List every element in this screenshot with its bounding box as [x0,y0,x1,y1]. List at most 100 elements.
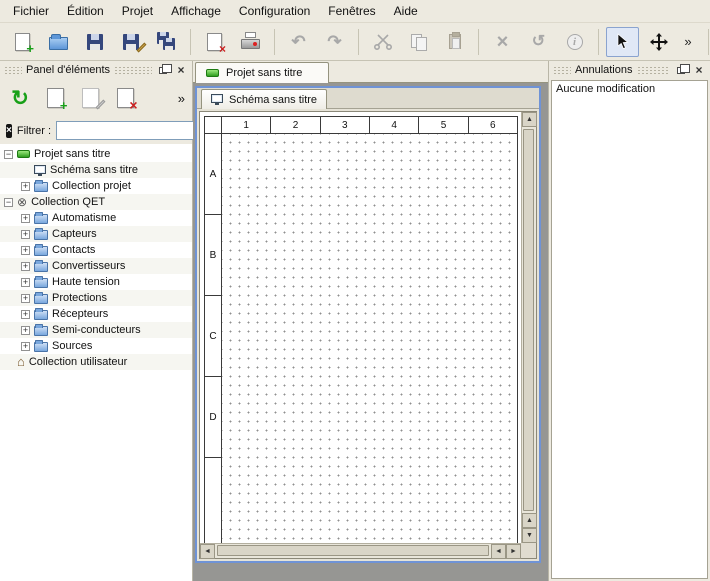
save-as-button[interactable] [114,27,147,57]
float-panel-button[interactable] [674,64,688,77]
pan-mode-button[interactable] [642,27,675,57]
tree-item-capteurs[interactable]: + Capteurs [0,226,192,242]
folder-icon [34,326,48,336]
dock-grip[interactable] [4,66,22,75]
menu-affichage[interactable]: Affichage [162,1,230,21]
menu-fichier[interactable]: Fichier [4,1,58,21]
print-button[interactable] [234,27,267,57]
expand-expander-icon[interactable]: + [21,182,30,191]
collapse-expander-icon[interactable]: − [4,198,13,207]
save-button[interactable] [78,27,111,57]
printer-icon [241,34,260,49]
scroll-up-button[interactable]: ▲ [522,513,537,528]
elements-tree: − Projet sans titre Schéma sans titre + … [0,144,192,581]
clear-filter-icon[interactable]: × [6,124,12,138]
dock-grip[interactable] [637,66,671,75]
tree-item-label: Sources [52,340,92,352]
panel-overflow-button[interactable]: » [178,91,187,106]
folder-icon [34,214,48,224]
expand-expander-icon[interactable]: + [21,246,30,255]
tree-item-sources[interactable]: + Sources [0,338,192,354]
tree-item-haute-tension[interactable]: + Haute tension [0,274,192,290]
menu-edition[interactable]: Édition [58,1,113,21]
scroll-up-button[interactable]: ▲ [522,112,537,127]
dock-grip[interactable] [553,66,571,75]
scroll-down-button[interactable]: ▼ [522,528,537,543]
redo-button[interactable]: ↷ [318,27,351,57]
undo-list-item[interactable]: Aucune modification [552,81,707,97]
filter-input[interactable] [56,121,206,140]
paste-button[interactable] [438,27,471,57]
float-panel-button[interactable] [156,64,170,77]
menu-configuration[interactable]: Configuration [230,1,319,21]
tree-item-schema-sans-titre[interactable]: Schéma sans titre [0,162,192,178]
edit-element-button[interactable] [75,83,105,113]
expand-expander-icon[interactable]: + [21,294,30,303]
undo-panel-dock: Annulations × Aucune modification [548,61,710,581]
delete-element-button[interactable]: × [110,83,140,113]
expand-expander-icon[interactable]: + [21,214,30,223]
tree-item-collection-utilisateur[interactable]: ⌂ Collection utilisateur [0,354,192,370]
tree-item-collection-projet[interactable]: + Collection projet [0,178,192,194]
undo-button[interactable]: ↶ [282,27,315,57]
new-element-button[interactable]: + [40,83,70,113]
copy-button[interactable] [402,27,435,57]
new-project-button[interactable]: + [6,27,39,57]
scroll-right-button[interactable]: ► [506,544,521,559]
tree-item-protections[interactable]: + Protections [0,290,192,306]
tree-item-convertisseurs[interactable]: + Convertisseurs [0,258,192,274]
tree-item-recepteurs[interactable]: + Récepteurs [0,306,192,322]
folder-icon [34,342,48,352]
open-project-button[interactable] [42,27,75,57]
collapse-expander-icon[interactable]: − [4,150,13,159]
dock-grip[interactable] [114,66,152,75]
rotate-button[interactable]: ↺ [522,27,555,57]
undo-panel-titlebar[interactable]: Annulations × [549,61,710,79]
close-file-button[interactable]: × [198,27,231,57]
save-all-button[interactable] [150,27,183,57]
vertical-scroll-track[interactable] [522,127,536,513]
plus-badge-icon: + [26,42,34,55]
tree-item-projet-sans-titre[interactable]: − Projet sans titre [0,146,192,162]
expand-expander-icon[interactable]: + [21,230,30,239]
tree-item-collection-qet[interactable]: − ⊗ Collection QET [0,194,192,210]
expand-expander-icon[interactable]: + [21,310,30,319]
tree-item-automatisme[interactable]: + Automatisme [0,210,192,226]
close-panel-button[interactable]: × [692,64,706,77]
undo-history-list[interactable]: Aucune modification [551,80,708,579]
ruler-column: 1 [222,117,271,133]
expand-expander-icon[interactable]: + [21,326,30,335]
schema-canvas[interactable]: 1 2 3 4 5 6 A B [200,112,521,543]
vertical-scrollbar[interactable]: ▲ ▲ ▼ [521,112,536,543]
toolbar-overflow-button[interactable]: » [678,27,698,57]
elements-panel-titlebar[interactable]: Panel d'éléments × [0,61,192,79]
dot-grid[interactable] [222,134,517,543]
filter-row: × Filtrer : [0,117,192,144]
menu-aide[interactable]: Aide [385,1,427,21]
horizontal-scroll-track[interactable] [215,544,491,558]
delete-button[interactable]: × [486,27,519,57]
expand-expander-icon[interactable]: + [21,262,30,271]
close-panel-button[interactable]: × [174,64,188,77]
scroll-left-button[interactable]: ◄ [200,544,215,559]
element-properties-button[interactable]: i [558,27,591,57]
menu-projet[interactable]: Projet [113,1,162,21]
ruler-corner [205,117,222,133]
horizontal-scroll-thumb[interactable] [217,545,489,556]
toolbar-separator [598,29,599,55]
expand-expander-icon[interactable]: + [21,342,30,351]
delete-element-icon: × [117,88,134,108]
expand-expander-icon[interactable]: + [21,278,30,287]
reload-collections-button[interactable]: ↻ [5,83,35,113]
tree-item-contacts[interactable]: + Contacts [0,242,192,258]
horizontal-scrollbar[interactable]: ◄ ◄ ► [200,543,521,558]
cut-button[interactable] [366,27,399,57]
select-mode-button[interactable] [606,27,639,57]
menu-fenetres[interactable]: Fenêtres [319,1,384,21]
vertical-scroll-thumb[interactable] [523,129,534,511]
tab-projet-sans-titre[interactable]: Projet sans titre [195,62,329,83]
tab-schema-sans-titre[interactable]: Schéma sans titre [201,89,327,109]
tree-item-semi-conducteurs[interactable]: + Semi-conducteurs [0,322,192,338]
tree-item-label: Collection projet [52,180,131,192]
scroll-left-button[interactable]: ◄ [491,544,506,559]
